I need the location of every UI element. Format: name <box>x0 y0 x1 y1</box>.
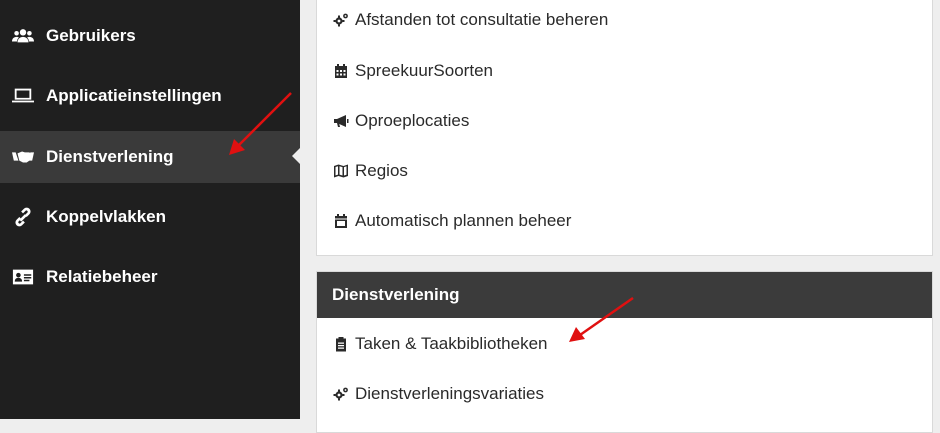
link-icon <box>0 207 46 227</box>
menu-item-label: Regios <box>355 161 408 180</box>
bullhorn-icon <box>332 112 350 130</box>
calendar-minus-icon <box>332 212 350 230</box>
menu-item-label: Taken & Taakbibliotheken <box>355 334 548 353</box>
sidebar-item-label: Applicatieinstellingen <box>46 86 222 105</box>
clipboard-icon <box>332 335 350 353</box>
menu-item-taken[interactable]: Taken & Taakbibliotheken <box>332 334 548 354</box>
menu-item-afstanden[interactable]: Afstanden tot consultatie beheren <box>332 10 608 30</box>
menu-item-label: Oproeplocaties <box>355 111 470 130</box>
panel-header: Dienstverlening <box>317 272 932 318</box>
sidebar-item-label: Koppelvlakken <box>46 207 166 226</box>
dienstverlening-panel: Dienstverlening Taken & Taakbibliotheken… <box>316 271 933 433</box>
menu-item-oproeplocaties[interactable]: Oproeplocaties <box>332 111 469 131</box>
main-content: Afstanden tot consultatie beheren Spreek… <box>300 0 940 433</box>
users-icon <box>0 26 46 46</box>
handshake-icon <box>0 147 46 167</box>
menu-item-dienstverleningsvariaties[interactable]: Dienstverleningsvariaties <box>332 384 544 404</box>
sidebar-item-gebruikers[interactable]: Gebruikers <box>0 10 300 62</box>
menu-item-label: Afstanden tot consultatie beheren <box>355 10 609 29</box>
menu-item-regios[interactable]: Regios <box>332 161 408 181</box>
laptop-icon <box>0 86 46 106</box>
menu-item-label: SpreekuurSoorten <box>355 61 493 80</box>
sidebar-item-label: Relatiebeheer <box>46 267 158 286</box>
menu-item-automatisch-plannen[interactable]: Automatisch plannen beheer <box>332 211 571 231</box>
menu-item-label: Dienstverleningsvariaties <box>355 384 544 403</box>
sidebar-item-dienstverlening[interactable]: Dienstverlening <box>0 131 300 183</box>
active-indicator <box>292 148 300 164</box>
cogs-icon <box>332 11 350 29</box>
sidebar-item-label: Gebruikers <box>46 26 136 45</box>
cogs-icon <box>332 385 350 403</box>
settings-panel: Afstanden tot consultatie beheren Spreek… <box>316 0 933 256</box>
id-card-icon <box>0 267 46 287</box>
sidebar-item-koppelvlakken[interactable]: Koppelvlakken <box>0 191 300 243</box>
sidebar-item-label: Dienstverlening <box>46 147 174 166</box>
menu-item-spreekuursoorten[interactable]: SpreekuurSoorten <box>332 61 493 81</box>
map-icon <box>332 162 350 180</box>
panel-title: Dienstverlening <box>332 285 460 304</box>
sidebar-item-relatiebeheer[interactable]: Relatiebeheer <box>0 251 300 303</box>
sidebar: Gebruikers Applicatieinstellingen Dienst… <box>0 0 300 419</box>
calendar-icon <box>332 62 350 80</box>
sidebar-item-applicatieinstellingen[interactable]: Applicatieinstellingen <box>0 70 300 122</box>
menu-item-label: Automatisch plannen beheer <box>355 211 572 230</box>
